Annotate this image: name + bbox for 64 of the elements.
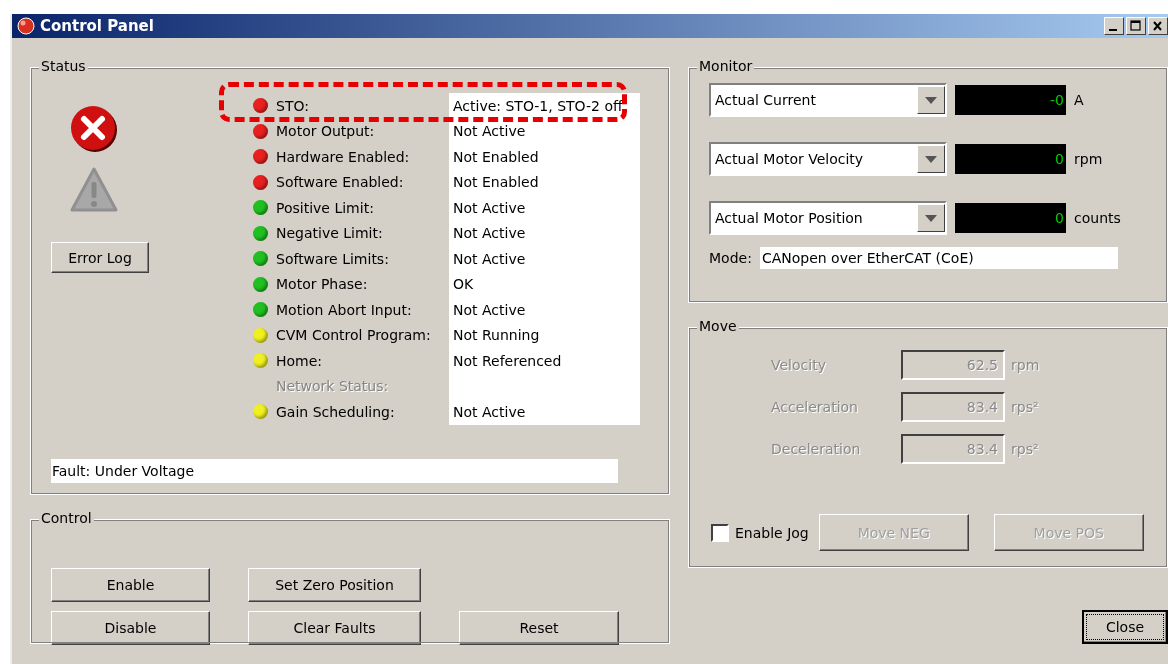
signal-dropdown[interactable]: Actual Motor Velocity — [709, 142, 947, 176]
dropdown-arrow-icon — [925, 214, 937, 222]
status-value: Not Referenced — [449, 348, 640, 374]
unit-label: counts — [1074, 210, 1121, 226]
field-label: Deceleration — [771, 441, 862, 457]
status-label: Positive Limit: — [276, 199, 374, 216]
status-value: Not Active — [449, 220, 640, 246]
signal-dropdown[interactable]: Actual Motor Position — [709, 201, 947, 235]
unit-label: rps² — [1011, 399, 1039, 415]
unit-label: rps² — [1011, 441, 1039, 457]
checkbox-label: Enable Jog — [735, 524, 809, 541]
status-value: Not Active — [449, 399, 640, 425]
value-readout: 0 — [955, 203, 1066, 233]
group-title: Monitor — [697, 58, 755, 74]
status-label: Software Enabled: — [276, 174, 404, 191]
control-button[interactable]: Reset — [459, 611, 619, 645]
mode-label: Mode: — [709, 250, 752, 266]
unit-label: rpm — [1074, 151, 1103, 167]
status-label: Hardware Enabled: — [276, 148, 410, 165]
error-log-button[interactable]: Error Log — [51, 242, 149, 273]
status-label: Motor Output: — [276, 123, 375, 140]
value-readout: 0 — [955, 144, 1066, 174]
close-button[interactable]: Close — [1082, 610, 1168, 644]
warning-icon — [69, 166, 119, 214]
close-icon[interactable] — [1148, 17, 1168, 35]
status-value: Not Active — [449, 246, 640, 272]
field-label: Acceleration — [771, 399, 859, 415]
status-label: Network Status: — [276, 378, 389, 395]
status-label: Negative Limit: — [276, 225, 383, 242]
maximize-icon[interactable] — [1126, 17, 1146, 35]
status-label: STO: — [276, 97, 309, 114]
control-button[interactable]: Clear Faults — [248, 611, 421, 645]
status-value: Active: STO-1, STO-2 off — [449, 93, 640, 119]
signal-dropdown[interactable]: Actual Current — [709, 83, 947, 117]
unit-label: A — [1074, 92, 1084, 108]
control-button[interactable]: Set Zero Position — [248, 568, 421, 602]
status-value: Not Active — [449, 297, 640, 323]
status-label: Motor Phase: — [276, 276, 368, 293]
status-value: Not Enabled — [449, 144, 640, 170]
value-readout: -0 — [955, 85, 1066, 115]
fault-field: Fault: Under Voltage — [51, 459, 618, 484]
group-title: Move — [697, 318, 739, 334]
error-icon — [69, 104, 119, 154]
control-button[interactable]: Disable — [51, 611, 210, 645]
status-label: CVM Control Program: — [276, 327, 431, 344]
status-label: Gain Scheduling: — [276, 403, 395, 420]
control-button[interactable]: Enable — [51, 568, 210, 602]
status-value: Not Enabled — [449, 169, 640, 195]
mode-field: CANopen over EtherCAT (CoE) — [759, 247, 1118, 269]
status-label: Home: — [276, 352, 323, 369]
status-label: Motion Abort Input: — [276, 301, 412, 318]
status-value: Not Active — [449, 195, 640, 221]
dropdown-arrow-icon — [925, 96, 937, 104]
dropdown-arrow-icon — [925, 155, 937, 163]
window-title: Control Panel — [40, 17, 155, 35]
unit-label: rpm — [1011, 357, 1040, 373]
group-title: Status — [39, 58, 88, 74]
status-label: Software Limits: — [276, 250, 389, 267]
status-value: OK — [449, 271, 640, 297]
field-label: Velocity — [771, 357, 827, 373]
status-value: Not Running — [449, 322, 640, 348]
app-icon — [16, 16, 36, 36]
minimize-icon[interactable] — [1104, 17, 1124, 35]
group-title: Control — [39, 510, 94, 526]
